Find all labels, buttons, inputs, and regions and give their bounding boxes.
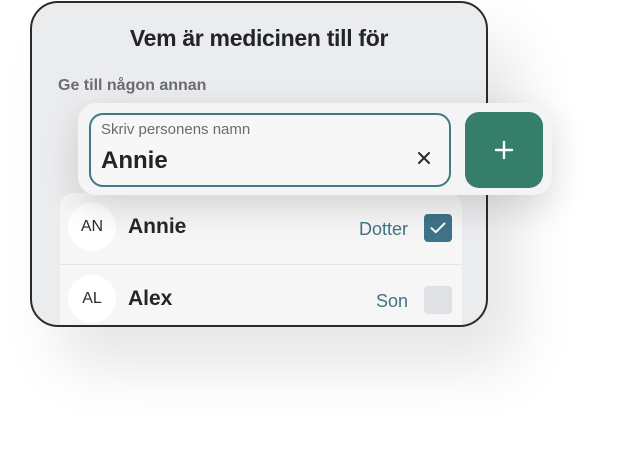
name-input-panel: Skriv personens namn Annie (78, 103, 552, 195)
close-icon[interactable] (417, 151, 431, 165)
name-input-label: Skriv personens namn (101, 121, 251, 138)
checkmark-icon (430, 222, 446, 234)
avatar: AL (68, 275, 116, 323)
person-name: Alex (128, 287, 173, 310)
person-relation: Dotter (358, 219, 408, 239)
section-subtitle: Ge till någon annan (58, 77, 207, 94)
avatar: AN (68, 203, 116, 251)
add-person-button[interactable] (465, 112, 543, 188)
person-relation: Son (375, 291, 408, 311)
select-checkbox[interactable] (424, 286, 452, 314)
page-title: Vem är medicinen till för (129, 25, 389, 51)
select-checkbox[interactable] (424, 214, 452, 242)
list-item[interactable]: AL Alex Son (60, 264, 462, 325)
name-input-field[interactable]: Skriv personens namn Annie (89, 113, 451, 187)
stage: Vem är medicinen till för Ge till någon … (0, 0, 640, 459)
list-item[interactable]: AN Annie Dotter (60, 193, 462, 263)
person-name: Annie (128, 215, 187, 238)
people-list: AN Annie Dotter AL Alex Son (60, 193, 462, 325)
plus-icon (494, 140, 514, 160)
name-input-value[interactable]: Annie (101, 147, 168, 175)
